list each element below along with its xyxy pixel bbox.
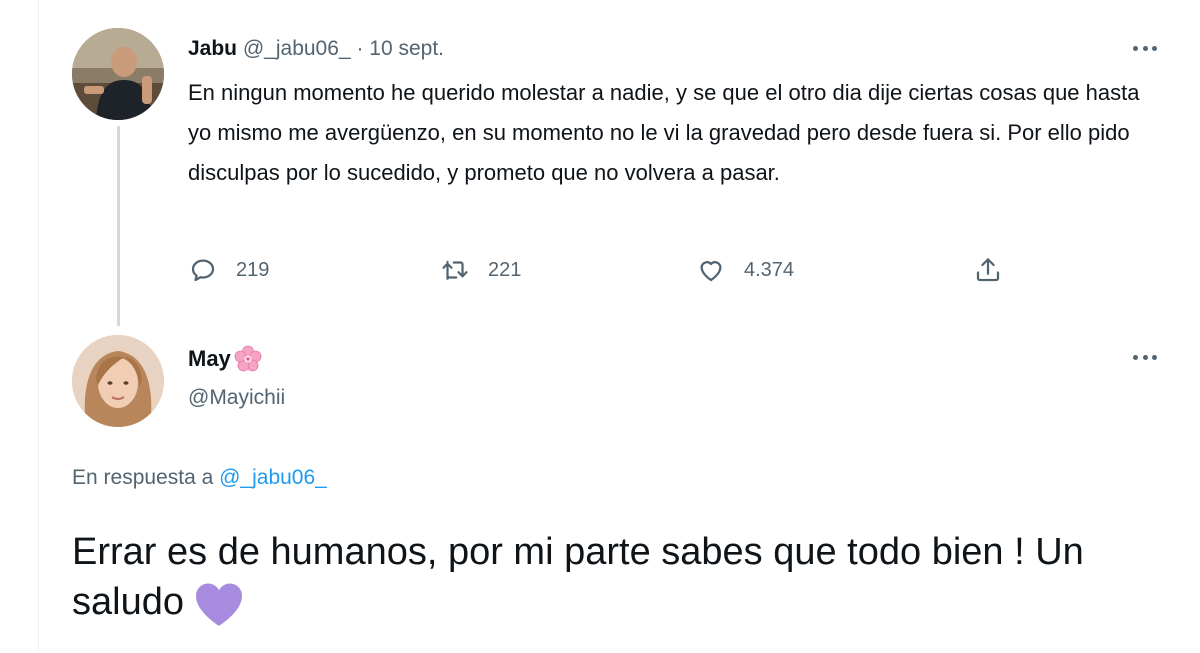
- retweet-count: 221: [488, 258, 522, 281]
- tweet-date[interactable]: 10 sept.: [369, 37, 444, 60]
- display-name-text: May: [188, 346, 231, 371]
- like-button[interactable]: 4.374: [696, 252, 794, 288]
- retweet-button[interactable]: 221: [440, 252, 521, 288]
- display-name[interactable]: Jabu: [188, 37, 237, 60]
- tweet-actions: 219 221 4.374: [188, 252, 1018, 288]
- user-handle[interactable]: @Mayichii: [188, 384, 285, 412]
- avatar[interactable]: [72, 335, 164, 427]
- share-icon: [976, 258, 1000, 282]
- purple-heart-icon: [196, 583, 242, 626]
- reply-button[interactable]: 219: [188, 252, 269, 288]
- separator-dot: ·: [356, 37, 364, 60]
- share-button[interactable]: [973, 252, 1003, 288]
- display-name[interactable]: May: [188, 344, 263, 374]
- reply-count: 219: [236, 258, 270, 281]
- like-icon: [700, 261, 722, 282]
- replying-to-link[interactable]: @_jabu06_: [219, 466, 327, 489]
- more-icon[interactable]: [1127, 38, 1163, 58]
- user-handle[interactable]: @_jabu06_: [243, 37, 351, 60]
- retweet-icon: [442, 260, 468, 280]
- like-count: 4.374: [744, 258, 795, 281]
- more-icon[interactable]: [1127, 347, 1163, 367]
- replying-to-label: En respuesta a: [72, 466, 214, 489]
- avatar[interactable]: [72, 28, 164, 120]
- avatar-may-image: [72, 335, 164, 427]
- tweet-header: Jabu @_jabu06_ · 10 sept.: [188, 36, 444, 62]
- cherry-blossom-icon: [234, 345, 262, 372]
- tweet-text: En ningun momento he querido molestar a …: [188, 80, 1140, 185]
- reply-tweet-text: Errar es de humanos, por mi parte sabes …: [72, 527, 1132, 627]
- replying-to: En respuesta a @_jabu06_: [72, 464, 327, 492]
- thread-connector-line: [117, 126, 120, 326]
- avatar-jabu-image: [72, 28, 164, 120]
- reply-icon: [191, 259, 215, 282]
- parent-tweet[interactable]: Jabu @_jabu06_ · 10 sept. En ningun mome…: [0, 0, 1200, 330]
